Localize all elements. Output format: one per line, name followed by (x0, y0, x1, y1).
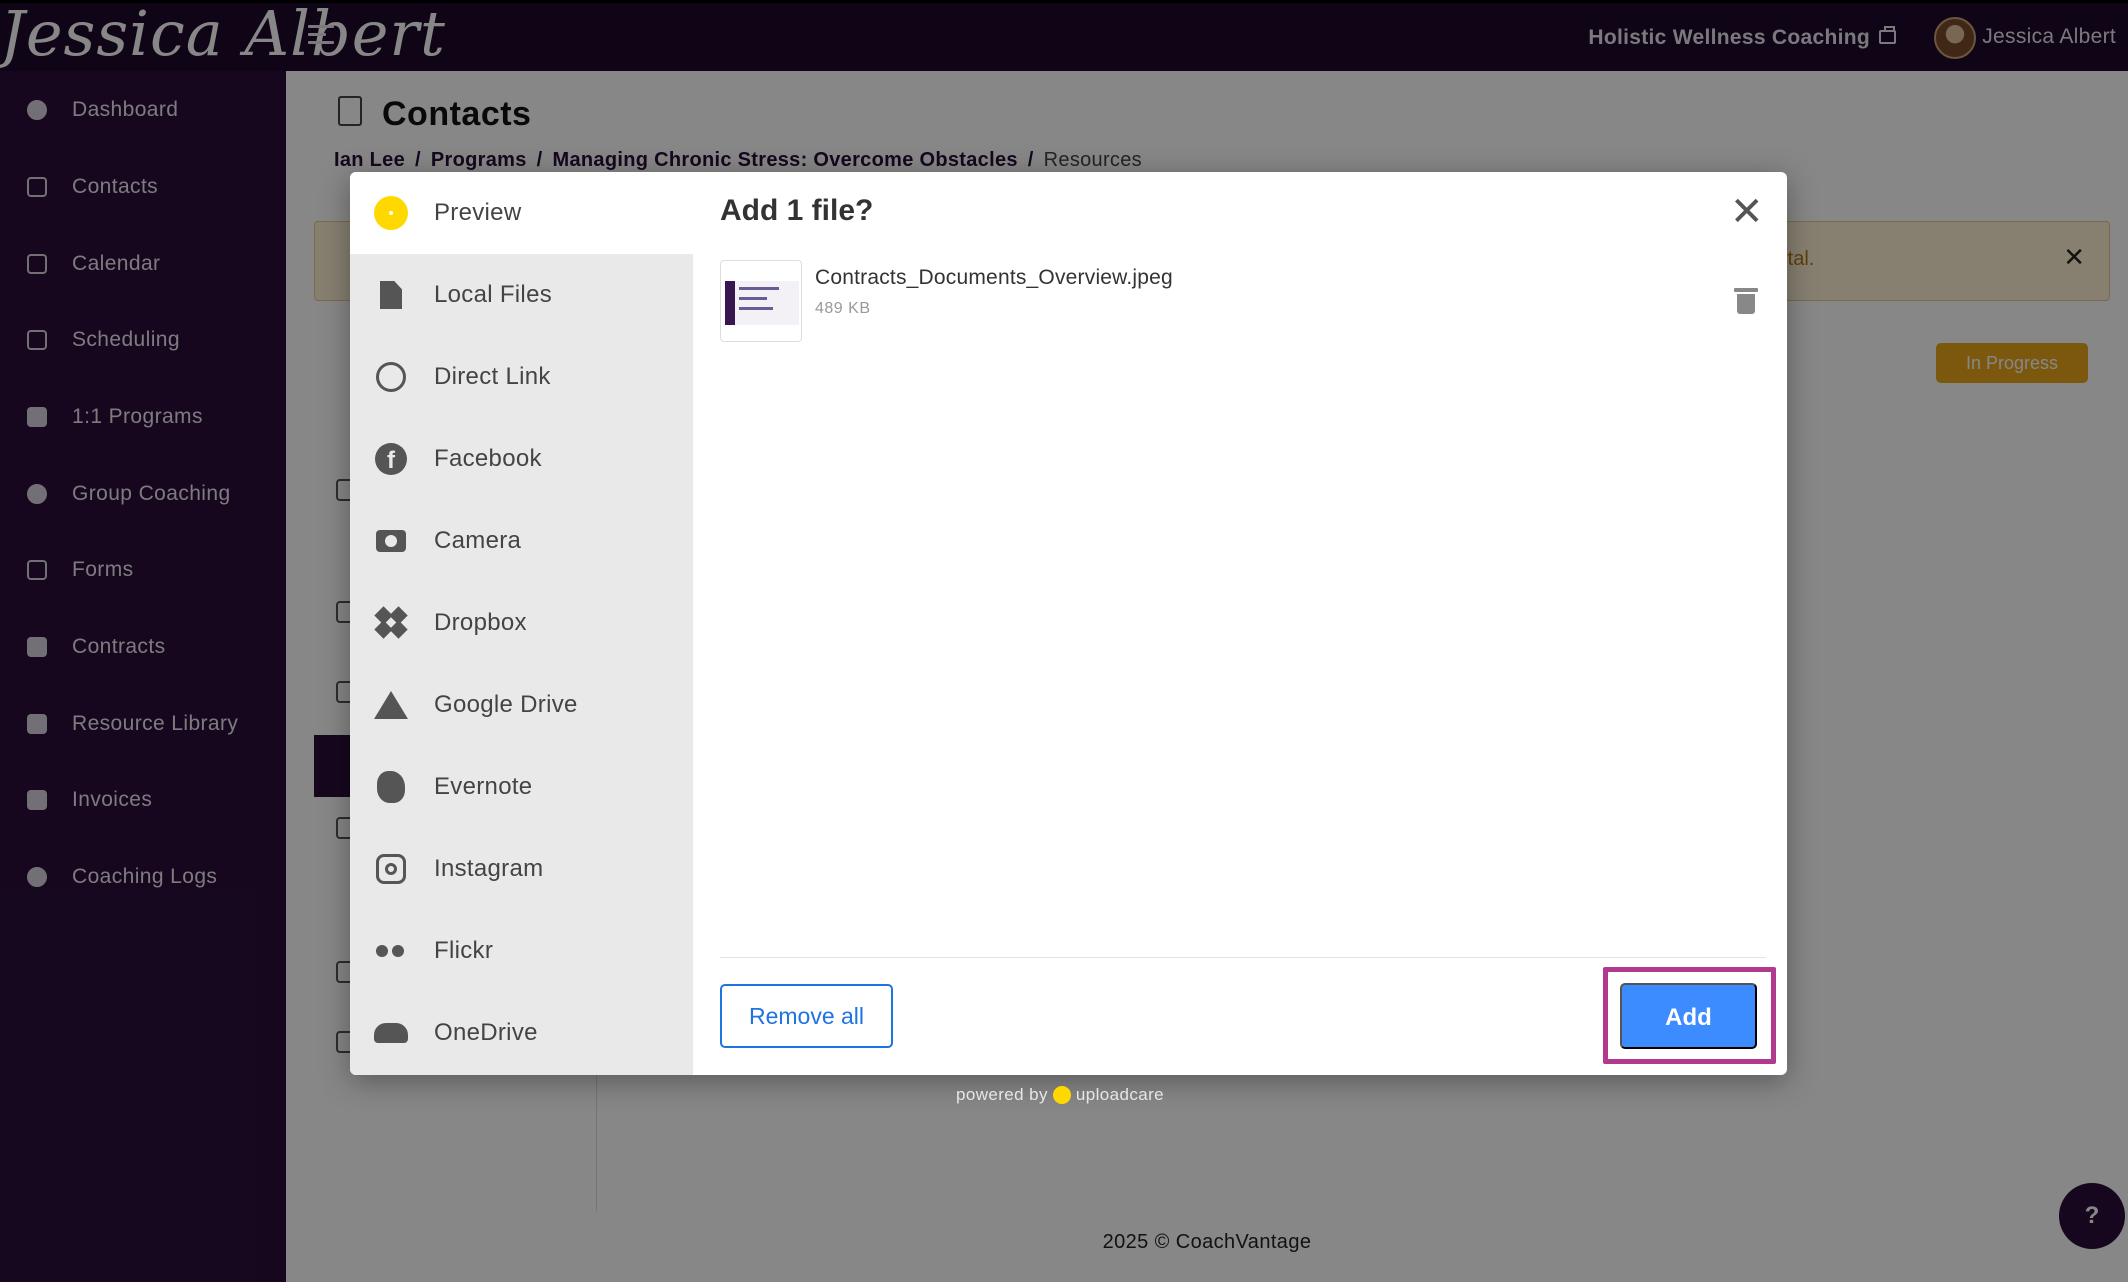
source-preview[interactable]: Preview (350, 172, 693, 254)
file-name: Contracts_Documents_Overview.jpeg (815, 266, 1173, 289)
source-dropbox[interactable]: Dropbox (350, 582, 693, 664)
source-list: Preview Local Files Direct Link f Facebo… (350, 172, 693, 1075)
close-icon[interactable]: ✕ (1730, 192, 1764, 232)
source-label: Instagram (434, 855, 544, 882)
source-onedrive[interactable]: OneDrive (350, 992, 693, 1074)
flickr-icon (374, 934, 408, 968)
source-instagram[interactable]: Instagram (350, 828, 693, 910)
source-flickr[interactable]: Flickr (350, 910, 693, 992)
source-label: Evernote (434, 773, 533, 800)
file-list-item: Contracts_Documents_Overview.jpeg 489 KB (720, 260, 1766, 346)
source-label: Facebook (434, 445, 542, 472)
source-label: Local Files (434, 281, 553, 308)
remove-all-button[interactable]: Remove all (720, 984, 893, 1048)
powered-by-brand: uploadcare (1075, 1085, 1165, 1104)
source-camera[interactable]: Camera (350, 500, 693, 582)
upload-dialog: Preview Local Files Direct Link f Facebo… (350, 172, 1787, 1075)
source-direct-link[interactable]: Direct Link (350, 336, 693, 418)
source-label: Flickr (434, 937, 494, 964)
onedrive-icon (374, 1016, 408, 1050)
divider (720, 957, 1766, 958)
dialog-title: Add 1 file? (720, 194, 874, 227)
source-local-files[interactable]: Local Files (350, 254, 693, 336)
source-label: OneDrive (434, 1019, 538, 1046)
uploadcare-logo-icon (1052, 1086, 1071, 1104)
file-icon (374, 278, 408, 312)
source-facebook[interactable]: f Facebook (350, 418, 693, 500)
google-drive-icon (374, 688, 408, 722)
powered-by[interactable]: powered by uploadcare (956, 1085, 1164, 1105)
source-label: Direct Link (434, 363, 551, 390)
add-button[interactable]: Add (1620, 983, 1757, 1049)
file-thumbnail (720, 260, 802, 342)
source-evernote[interactable]: Evernote (350, 746, 693, 828)
preview-icon (374, 196, 408, 230)
source-label: Preview (434, 199, 522, 226)
powered-by-label: powered by (956, 1085, 1048, 1104)
evernote-icon (374, 770, 408, 804)
source-label: Dropbox (434, 609, 527, 636)
dropbox-icon (374, 606, 408, 640)
camera-icon (374, 524, 408, 558)
trash-icon[interactable] (1734, 288, 1758, 314)
facebook-icon: f (374, 442, 408, 476)
source-label: Camera (434, 527, 522, 554)
link-icon (374, 360, 408, 394)
source-google-drive[interactable]: Google Drive (350, 664, 693, 746)
instagram-icon (374, 852, 408, 886)
source-label: Google Drive (434, 691, 578, 718)
file-size: 489 KB (815, 300, 871, 317)
